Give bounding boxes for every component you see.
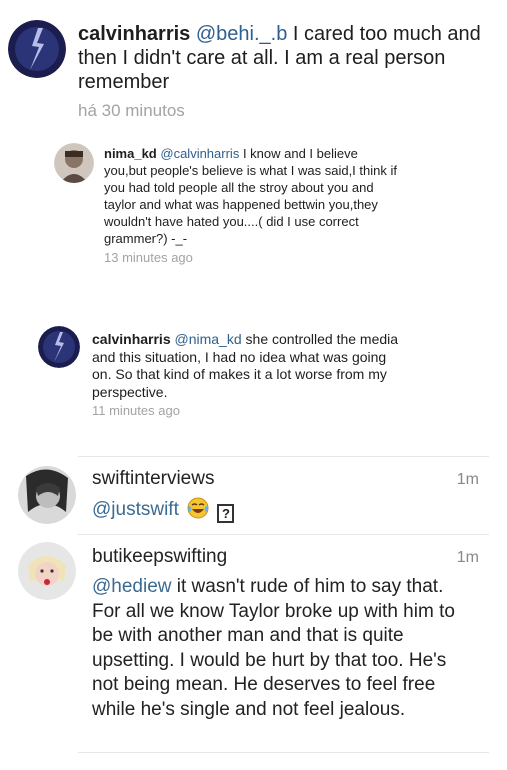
comment-username[interactable]: nima_kd (104, 146, 157, 161)
avatar-calvinharris[interactable] (8, 20, 66, 78)
comment-username[interactable]: swiftinterviews (92, 468, 214, 490)
comment-mention[interactable]: @nima_kd (175, 331, 242, 347)
avatar-butikeepswifting[interactable] (18, 542, 76, 600)
comment-5-body: @hediew it wasn't rude of him to say tha… (92, 575, 462, 722)
comment-timestamp: há 30 minutos (78, 101, 185, 120)
comment-mention[interactable]: @behi._.b (196, 23, 287, 45)
comment-1: calvinharris @behi._.b I cared too much … (78, 22, 498, 123)
avatar-swiftinterviews[interactable] (18, 466, 76, 524)
comment-mention[interactable]: @hediew (92, 576, 172, 597)
comment-text: it wasn't rude of him to say that. For a… (92, 576, 455, 720)
avatar-nima_kd[interactable] (54, 143, 94, 183)
comment-username[interactable]: calvinharris (92, 331, 171, 347)
comment-4-body: @justswift ? (92, 497, 462, 523)
divider (78, 752, 489, 753)
comment-username[interactable]: calvinharris (78, 23, 190, 45)
face-with-tears-of-joy-icon (187, 497, 209, 519)
comment-mention[interactable]: @calvinharris (160, 146, 239, 161)
comment-timestamp: 1m (456, 549, 479, 566)
comment-username[interactable]: butikeepswifting (92, 546, 227, 568)
user-photo-icon (18, 466, 76, 524)
divider (78, 456, 489, 457)
unknown-glyph-box: ? (217, 504, 235, 523)
lightning-icon (8, 20, 66, 78)
comment-3: calvinharris @nima_kd she controlled the… (92, 331, 402, 420)
comment-2: nima_kd @calvinharris I know and I belie… (104, 145, 404, 266)
lightning-icon (38, 326, 80, 368)
comment-text: I know and I believe you,but people's be… (104, 146, 397, 246)
avatar-calvinharris[interactable] (38, 326, 80, 368)
user-photo-icon (54, 143, 94, 183)
comment-timestamp: 13 minutes ago (104, 250, 193, 265)
divider (78, 534, 489, 535)
comment-mention[interactable]: @justswift (92, 499, 179, 520)
user-photo-icon (18, 542, 76, 600)
comment-timestamp: 1m (456, 471, 479, 488)
comment-timestamp: 11 minutes ago (92, 403, 180, 418)
